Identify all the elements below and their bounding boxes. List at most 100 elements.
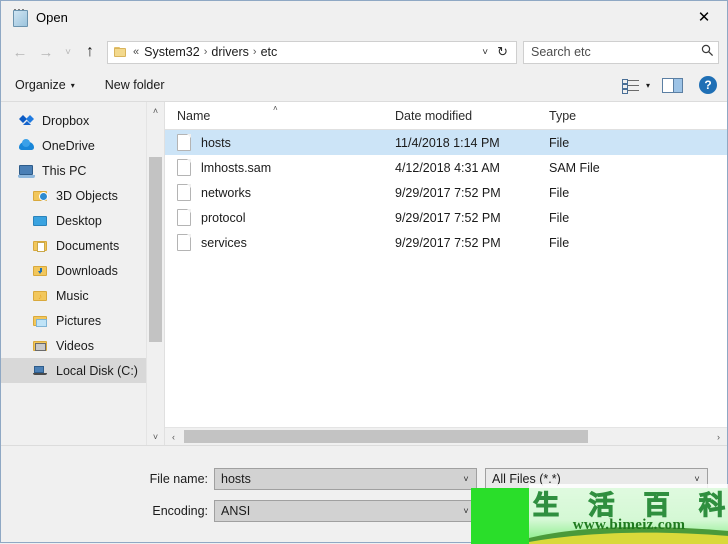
file-name-label: protocol (201, 210, 246, 225)
file-icon (177, 234, 191, 251)
file-date-cell: 9/29/2017 7:52 PM (395, 235, 501, 250)
3d-objects-icon (33, 188, 50, 204)
file-icon (177, 159, 191, 176)
folder-icon (114, 46, 127, 58)
column-headers: ˄ Name Date modified Type (165, 102, 727, 130)
table-row[interactable]: hosts 11/4/2018 1:14 PM File (165, 130, 727, 155)
sidebar-item-label: Videos (56, 338, 94, 353)
breadcrumb-overflow[interactable]: « (131, 46, 141, 58)
file-type-value: All Files (*.*) (492, 472, 561, 486)
up-icon[interactable]: ↑ (77, 39, 103, 65)
file-icon (177, 209, 191, 226)
sidebar-item-label: Documents (56, 238, 120, 253)
view-dropdown-icon[interactable]: ▾ (646, 81, 650, 90)
file-type-cell: File (549, 235, 570, 250)
sidebar-item-music[interactable]: ♪ Music (1, 283, 164, 308)
title-bar: Open ✕ (1, 1, 727, 35)
dialog-body: Dropbox OneDrive This PC 3D Objects Desk… (1, 102, 727, 445)
file-type-cell: File (549, 135, 570, 150)
file-name-cell: services (165, 234, 383, 251)
file-date-cell: 11/4/2018 1:14 PM (395, 135, 500, 150)
column-header-type[interactable]: Type (537, 109, 657, 123)
sidebar-item-3d-objects[interactable]: 3D Objects (1, 183, 164, 208)
close-icon[interactable]: ✕ (681, 1, 727, 33)
documents-icon (33, 238, 50, 254)
desktop-icon (33, 213, 50, 229)
file-icon (177, 134, 191, 151)
sidebar-item-dropbox[interactable]: Dropbox (1, 108, 164, 133)
recent-locations-icon[interactable]: ˅ (59, 39, 77, 65)
column-header-date-modified[interactable]: Date modified (383, 109, 537, 123)
sidebar-item-videos[interactable]: Videos (1, 333, 164, 358)
dialog-footer: File name: hosts ˅ All Files (*.*) ˅ Enc… (1, 445, 727, 542)
file-date-cell: 9/29/2017 7:52 PM (395, 185, 501, 200)
table-row[interactable]: services 9/29/2017 7:52 PM File (165, 230, 727, 255)
sidebar-item-label: Downloads (56, 263, 118, 278)
file-name-cell: lmhosts.sam (165, 159, 383, 176)
file-icon (177, 184, 191, 201)
this-pc-icon (18, 163, 36, 179)
view-layout-icon[interactable] (621, 78, 641, 94)
breadcrumb[interactable]: « System32 › drivers › etc ˅ ↻ (107, 40, 517, 64)
sidebar-scroll-thumb[interactable] (149, 157, 162, 342)
chevron-down-icon[interactable]: ˅ (687, 474, 707, 484)
encoding-label: Encoding: (152, 504, 208, 518)
breadcrumb-item-drivers[interactable]: drivers (208, 45, 252, 59)
scroll-down-icon[interactable]: ˅ (147, 428, 164, 445)
table-row[interactable]: networks 9/29/2017 7:52 PM File (165, 180, 727, 205)
scroll-left-icon[interactable]: ‹ (165, 432, 182, 442)
open-file-dialog: Open ✕ ← → ˅ ↑ « System32 › drivers › et… (0, 0, 728, 544)
file-name-input[interactable]: hosts ˅ (214, 468, 477, 490)
file-name-value: hosts (221, 472, 251, 486)
sidebar-scrollbar[interactable]: ˄ ˅ (146, 102, 164, 445)
table-row[interactable]: protocol 9/29/2017 7:52 PM File (165, 205, 727, 230)
scroll-up-icon[interactable]: ˄ (147, 102, 164, 119)
file-name-label: services (201, 235, 247, 250)
sidebar-item-label: Pictures (56, 313, 102, 328)
refresh-icon[interactable]: ↻ (495, 44, 514, 60)
sidebar-item-this-pc[interactable]: This PC (1, 158, 164, 183)
preview-pane-icon[interactable] (662, 77, 683, 93)
cancel-button[interactable]: Cancel (598, 499, 702, 523)
sidebar-item-onedrive[interactable]: OneDrive (1, 133, 164, 158)
scroll-right-icon[interactable]: › (710, 432, 727, 442)
breadcrumb-dropdown-icon[interactable]: ˅ (475, 47, 495, 58)
sidebar-item-local-disk-c[interactable]: Local Disk (C:) (1, 358, 164, 383)
back-icon[interactable]: ← (7, 39, 33, 65)
command-toolbar: Organize ▾ New folder ▾ ? (1, 69, 727, 102)
search-icon[interactable] (696, 44, 718, 60)
chevron-down-icon[interactable]: ˅ (456, 474, 476, 484)
new-folder-button[interactable]: New folder (105, 78, 175, 92)
horizontal-scrollbar[interactable]: ‹ › (165, 427, 727, 445)
music-icon: ♪ (33, 288, 50, 304)
sidebar-item-label: Desktop (56, 213, 102, 228)
sidebar-item-label: 3D Objects (56, 188, 118, 203)
table-row[interactable]: lmhosts.sam 4/12/2018 4:31 AM SAM File (165, 155, 727, 180)
forward-icon[interactable]: → (33, 39, 59, 65)
onedrive-icon (19, 138, 36, 154)
sidebar-item-downloads[interactable]: Downloads (1, 258, 164, 283)
breadcrumb-item-system32[interactable]: System32 (141, 45, 203, 59)
file-list-pane: ˄ Name Date modified Type hosts 11/4/201… (164, 102, 727, 445)
search-input[interactable]: Search etc (523, 40, 719, 64)
sidebar-item-label: Music (56, 288, 89, 303)
file-type-cell: File (549, 185, 570, 200)
hscroll-thumb[interactable] (184, 430, 588, 443)
sidebar-scroll-track[interactable] (147, 119, 164, 428)
encoding-dropdown[interactable]: ANSI ˅ (214, 500, 477, 522)
sidebar-item-pictures[interactable]: Pictures (1, 308, 164, 333)
file-date-cell: 4/12/2018 4:31 AM (395, 160, 500, 175)
breadcrumb-item-etc[interactable]: etc (258, 45, 281, 59)
sidebar-item-label: Dropbox (42, 113, 90, 128)
hscroll-track[interactable] (182, 428, 727, 445)
organize-button[interactable]: Organize ▾ (15, 78, 85, 92)
sidebar-item-desktop[interactable]: Desktop (1, 208, 164, 233)
sidebar-item-documents[interactable]: Documents (1, 233, 164, 258)
help-icon[interactable]: ? (699, 76, 717, 94)
search-placeholder: Search etc (531, 45, 591, 59)
chevron-down-icon[interactable]: ˅ (456, 506, 476, 516)
file-type-cell: SAM File (549, 160, 600, 175)
open-button[interactable]: Open (485, 499, 589, 523)
pictures-icon (33, 313, 50, 329)
file-type-dropdown[interactable]: All Files (*.*) ˅ (485, 468, 708, 490)
